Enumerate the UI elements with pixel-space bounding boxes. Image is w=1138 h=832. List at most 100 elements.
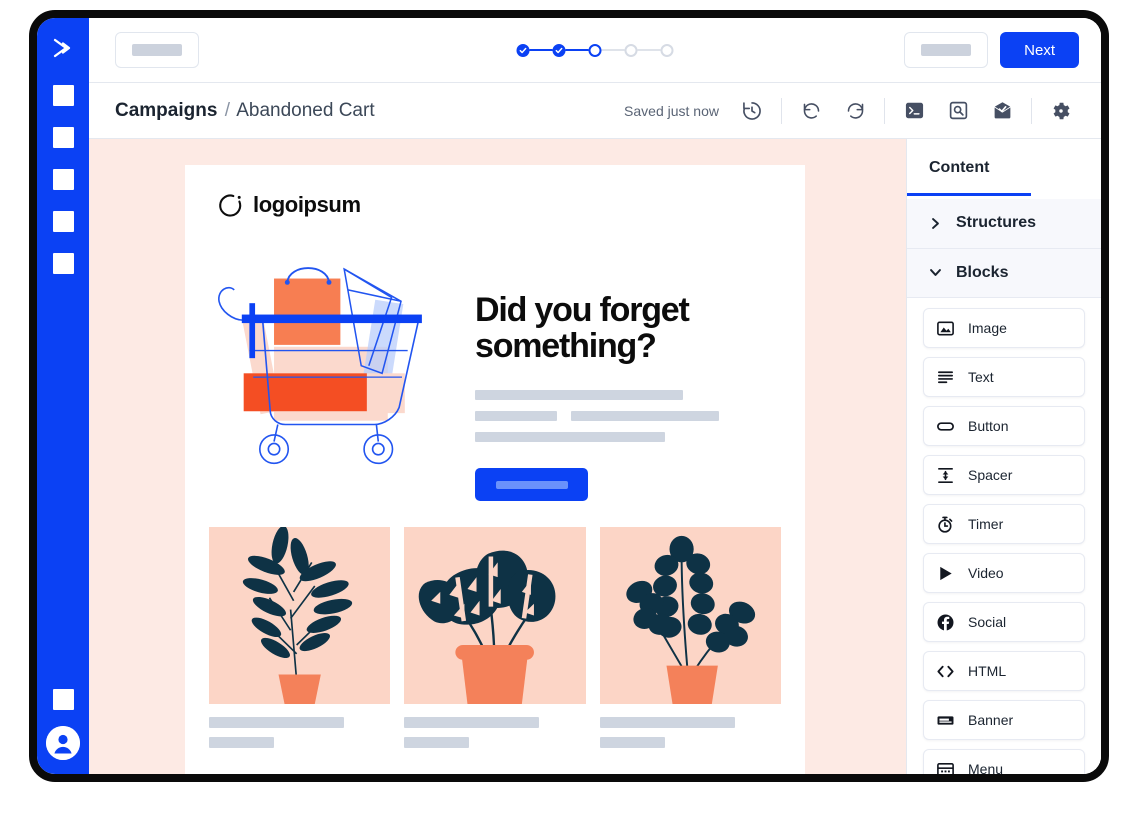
block-item-html[interactable]: HTML	[923, 651, 1085, 691]
placeholder-bar	[475, 390, 683, 401]
email-sheet[interactable]: logoipsum Did you forget something?	[185, 165, 805, 774]
sidebar-item-help[interactable]	[52, 689, 74, 710]
sidebar-item-4[interactable]	[52, 211, 74, 232]
product-meta	[209, 704, 390, 749]
button-pill-icon	[936, 417, 955, 436]
tab-content[interactable]: Content	[907, 139, 1101, 199]
placeholder-bar	[475, 411, 557, 422]
block-item-image[interactable]: Image	[923, 308, 1085, 348]
accordion-structures[interactable]: Structures	[907, 199, 1101, 249]
block-item-label: Video	[968, 565, 1004, 581]
step-connector-2	[565, 49, 589, 51]
tab-content-label: Content	[929, 158, 990, 176]
breadcrumb-root[interactable]: Campaigns	[115, 100, 217, 121]
video-play-icon	[936, 564, 955, 583]
step-3-dot[interactable]	[588, 43, 602, 57]
email-hero-title-line1: Did you forget	[475, 291, 690, 329]
product-card[interactable]	[209, 527, 391, 757]
saved-status: Saved just now	[624, 102, 719, 119]
blocks-list[interactable]: Image Text Button Spacer Timer Video Soc…	[907, 298, 1101, 774]
wizard-stepper	[516, 43, 674, 57]
block-item-timer[interactable]: Timer	[923, 504, 1085, 544]
toolbar-divider-3	[1031, 97, 1032, 124]
chevrons-right-icon[interactable]	[50, 35, 76, 61]
step-2-dot[interactable]	[552, 43, 566, 57]
rail-bottom-group	[37, 689, 89, 760]
back-button[interactable]	[115, 32, 199, 68]
code-terminal-icon[interactable]	[901, 98, 927, 124]
accordion-blocks-label: Blocks	[956, 263, 1009, 281]
block-item-label: Button	[968, 418, 1009, 434]
step-connector-1	[529, 49, 553, 51]
placeholder-row	[475, 411, 779, 422]
chevron-right-icon	[932, 217, 939, 229]
placeholder-bar	[209, 737, 274, 749]
step-5-dot[interactable]	[660, 43, 674, 57]
product-meta	[404, 704, 585, 749]
block-item-label: Social	[968, 614, 1007, 630]
email-hero-copy: Did you forget something?	[469, 230, 779, 502]
accordion-blocks[interactable]: Blocks	[907, 248, 1101, 298]
email-cta-label-placeholder	[495, 480, 568, 489]
text-lines-icon	[936, 368, 955, 387]
block-item-spacer[interactable]: Spacer	[923, 455, 1085, 495]
send-test-email-icon[interactable]	[989, 98, 1015, 124]
block-item-banner[interactable]: Banner	[923, 700, 1085, 740]
email-body-placeholder[interactable]	[475, 390, 779, 443]
banner-icon	[936, 711, 955, 730]
history-restore-icon[interactable]	[739, 98, 765, 124]
product-card[interactable]	[599, 527, 781, 757]
block-item-button[interactable]: Button	[923, 406, 1085, 446]
device-frame: Next Campaigns / Abandoned Cart Saved ju…	[29, 10, 1109, 782]
palm-plant-illustration	[209, 527, 391, 705]
next-button[interactable]: Next	[1000, 32, 1079, 68]
check-icon	[519, 47, 527, 53]
step-4-dot[interactable]	[624, 43, 638, 57]
step-1-dot[interactable]	[516, 43, 530, 57]
product-card[interactable]	[404, 527, 586, 757]
block-item-text[interactable]: Text	[923, 357, 1085, 397]
block-item-label: HTML	[968, 663, 1007, 679]
gear-icon[interactable]	[1048, 98, 1074, 124]
sidebar-item-1[interactable]	[52, 85, 74, 106]
spacer-arrows-icon	[936, 466, 955, 485]
block-item-label: Banner	[968, 712, 1014, 728]
breadcrumb-current: Abandoned Cart	[236, 99, 375, 121]
back-button-label-placeholder	[132, 44, 182, 56]
sidebar-item-3[interactable]	[52, 169, 74, 190]
email-hero-title[interactable]: Did you forget something?	[475, 292, 779, 364]
content-panel: Content Structures Blocks Image Text But…	[906, 139, 1101, 774]
block-item-video[interactable]: Video	[923, 553, 1085, 593]
block-item-social[interactable]: Social	[923, 602, 1085, 642]
block-item-label: Image	[968, 320, 1007, 336]
secondary-button-label-placeholder	[921, 44, 972, 56]
email-cta-button[interactable]	[475, 468, 588, 502]
editor-toolbar: Saved just now	[624, 97, 1083, 124]
avatar[interactable]	[46, 726, 80, 760]
sidebar-item-5[interactable]	[52, 253, 74, 274]
app-body: logoipsum Did you forget something? Cont…	[89, 139, 1101, 774]
redo-icon[interactable]	[842, 98, 868, 124]
undo-icon[interactable]	[798, 98, 824, 124]
timer-stopwatch-icon	[936, 515, 955, 534]
preview-search-icon[interactable]	[945, 98, 971, 124]
toolbar-divider-2	[884, 97, 885, 124]
email-logo-block[interactable]: logoipsum	[185, 165, 805, 218]
placeholder-bar	[475, 432, 665, 443]
email-logo-text: logoipsum	[253, 192, 361, 217]
step-connector-3	[601, 49, 625, 51]
monstera-plant-illustration	[404, 527, 586, 705]
email-hero-block[interactable]: Did you forget something?	[185, 230, 805, 502]
email-product-row[interactable]	[185, 527, 805, 757]
menu-icon	[936, 760, 955, 774]
email-canvas[interactable]: logoipsum Did you forget something?	[89, 139, 906, 774]
user-avatar-icon	[46, 726, 80, 760]
top-bar: Next	[89, 18, 1101, 83]
breadcrumb: Campaigns / Abandoned Cart	[115, 100, 375, 122]
secondary-action-button[interactable]	[904, 32, 989, 68]
sidebar-item-2[interactable]	[52, 127, 74, 148]
block-item-label: Text	[968, 369, 994, 385]
toolbar-divider-1	[781, 97, 782, 124]
facebook-social-icon	[936, 613, 955, 632]
block-item-menu[interactable]: Menu	[923, 749, 1085, 774]
